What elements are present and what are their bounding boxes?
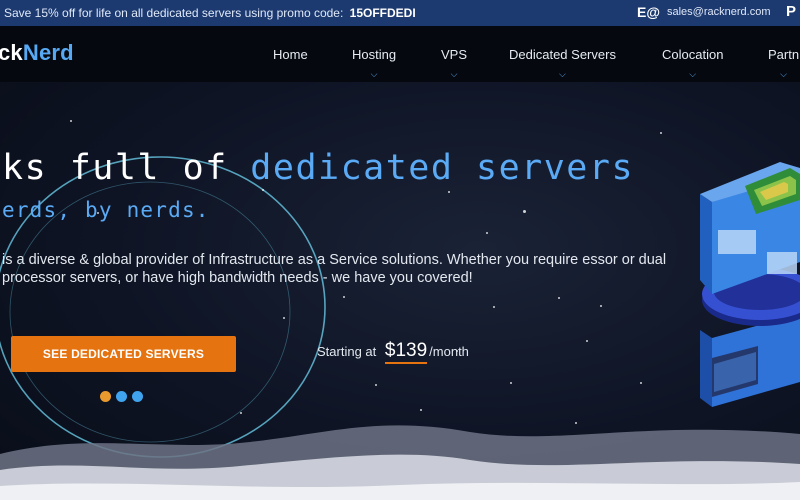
- hero-subline: erds, by nerds.: [2, 198, 210, 222]
- carousel-dot[interactable]: [132, 391, 143, 402]
- star: [600, 305, 602, 307]
- logo-text-part1: ck: [0, 40, 23, 65]
- nav-item-home[interactable]: Home: [273, 47, 308, 62]
- phone-icon: P: [786, 3, 797, 20]
- star: [558, 297, 560, 299]
- chevron-down-icon: ⌵: [780, 69, 787, 79]
- chevron-down-icon: ⌵: [370, 69, 378, 79]
- star: [343, 296, 345, 298]
- star: [262, 189, 264, 191]
- promo-message: Save 15% off for life on all dedicated s…: [4, 6, 344, 20]
- star: [586, 340, 588, 342]
- star: [240, 412, 242, 414]
- starting-price: Starting at $139/month: [317, 340, 469, 364]
- promo-text: Save 15% off for life on all dedicated s…: [4, 6, 416, 20]
- promo-bar: Save 15% off for life on all dedicated s…: [0, 0, 800, 26]
- hero-description: is a diverse & global provider of Infras…: [2, 252, 667, 286]
- carousel-dot-active[interactable]: [100, 391, 111, 402]
- carousel-dot[interactable]: [116, 391, 127, 402]
- star: [523, 210, 526, 213]
- star: [420, 409, 422, 411]
- nav-item-label: Colocation: [662, 47, 724, 62]
- star: [575, 422, 577, 424]
- nav-item-vps[interactable]: VPS ⌵: [441, 47, 468, 79]
- see-dedicated-servers-button[interactable]: SEE DEDICATED SERVERS: [11, 336, 236, 372]
- nav-item-label: VPS: [441, 47, 468, 62]
- site-logo[interactable]: ckNerd: [0, 40, 74, 66]
- price-amount: $139: [384, 340, 428, 364]
- nav-item-label: Partn: [768, 47, 800, 62]
- headline-prefix: ks full of: [2, 148, 251, 188]
- star: [493, 306, 495, 308]
- nav-item-colocation[interactable]: Colocation ⌵: [662, 47, 724, 79]
- nav-item-hosting[interactable]: Hosting ⌵: [352, 47, 397, 79]
- nav-item-label: Dedicated Servers: [509, 47, 616, 62]
- star: [486, 232, 488, 234]
- star: [70, 120, 72, 122]
- email-link[interactable]: sales@racknerd.com: [667, 6, 770, 18]
- chevron-down-icon: ⌵: [450, 69, 458, 79]
- hero-background-art: [0, 156, 800, 500]
- star: [660, 132, 662, 134]
- headline-highlight: dedicated servers: [250, 148, 635, 188]
- chevron-down-icon: ⌵: [559, 69, 566, 79]
- chevron-down-icon: ⌵: [689, 69, 697, 79]
- price-suffix: /month: [429, 344, 469, 359]
- email-icon: E@: [637, 4, 660, 20]
- hero-headline: ks full of dedicated servers: [2, 148, 634, 188]
- star: [640, 382, 642, 384]
- server-stack-illustration: [700, 162, 800, 407]
- star: [448, 191, 450, 193]
- hero-section: ks full of dedicated servers erds, by ne…: [0, 82, 800, 500]
- promo-code: 15OFFDEDI: [349, 6, 416, 20]
- nav-item-label: Hosting: [352, 47, 397, 62]
- nav-item-label: Home: [273, 47, 308, 62]
- carousel-indicators: [100, 391, 143, 402]
- main-navigation: ckNerd Home Hosting ⌵ VPS ⌵ Dedicated Se…: [0, 26, 800, 82]
- star: [283, 317, 285, 319]
- nav-item-dedicated-servers[interactable]: Dedicated Servers ⌵: [509, 47, 616, 79]
- price-prefix: Starting at: [317, 344, 377, 359]
- logo-text-part2: Nerd: [22, 40, 74, 65]
- nav-item-partners[interactable]: Partn ⌵: [768, 47, 800, 79]
- star: [510, 382, 512, 384]
- star: [375, 384, 377, 386]
